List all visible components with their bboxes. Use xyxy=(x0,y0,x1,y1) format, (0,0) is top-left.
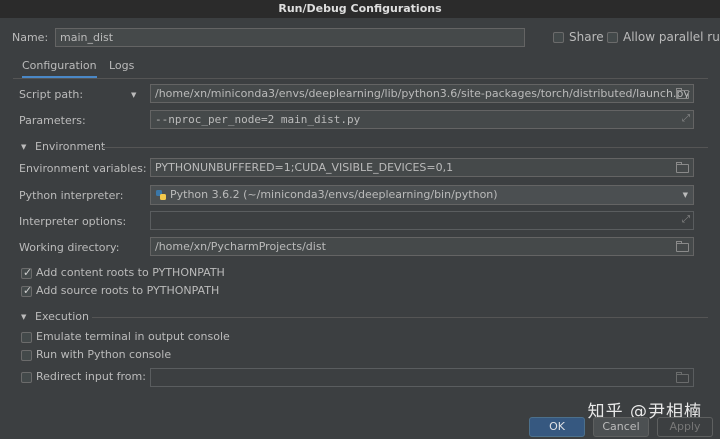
content-roots-label: Add content roots to PYTHONPATH xyxy=(36,266,225,279)
share-checkbox[interactable] xyxy=(553,32,564,43)
working-directory-value: /home/xn/PycharmProjects/dist xyxy=(155,240,326,253)
redirect-input-field[interactable] xyxy=(150,368,694,387)
chevron-down-icon[interactable]: ▼ xyxy=(683,191,688,199)
execution-collapse-icon[interactable]: ▼ xyxy=(21,313,26,321)
script-path-dropdown-icon[interactable]: ▼ xyxy=(131,91,136,99)
env-vars-label: Environment variables: xyxy=(19,162,147,175)
expand-icon[interactable]: ⤢ xyxy=(682,113,690,124)
execution-section-title: Execution xyxy=(35,310,89,323)
folder-icon[interactable] xyxy=(676,372,689,383)
python-interpreter-select[interactable]: Python 3.6.2 (~/miniconda3/envs/deeplear… xyxy=(150,185,694,205)
folder-icon[interactable] xyxy=(676,241,689,252)
env-vars-input[interactable]: PYTHONUNBUFFERED=1;CUDA_VISIBLE_DEVICES=… xyxy=(150,158,694,177)
python-console-checkbox[interactable] xyxy=(21,350,32,361)
apply-button[interactable]: Apply xyxy=(657,417,713,437)
env-vars-edit-icon[interactable] xyxy=(676,162,689,173)
parameters-input[interactable]: --nproc_per_node=2 main_dist.py ⤢ xyxy=(150,110,694,129)
tab-configuration[interactable]: Configuration xyxy=(22,59,97,79)
title-bar: Run/Debug Configurations xyxy=(0,0,720,18)
python-console-label: Run with Python console xyxy=(36,348,172,361)
python-interpreter-value: Python 3.6.2 (~/miniconda3/envs/deeplear… xyxy=(170,188,498,201)
interpreter-options-input[interactable]: ⤢ xyxy=(150,211,694,230)
source-roots-checkbox[interactable] xyxy=(21,284,32,297)
parallel-run-label: Allow parallel run xyxy=(623,30,720,44)
name-input[interactable]: main_dist xyxy=(55,28,525,47)
name-label: Name: xyxy=(12,31,49,44)
section-divider xyxy=(92,317,708,318)
tab-logs[interactable]: Logs xyxy=(109,59,134,72)
parallel-run-checkbox[interactable] xyxy=(607,32,618,43)
emulate-terminal-label: Emulate terminal in output console xyxy=(36,330,230,343)
expand-icon[interactable]: ⤢ xyxy=(682,214,690,225)
redirect-input-checkbox[interactable] xyxy=(21,372,32,383)
cancel-button[interactable]: Cancel xyxy=(593,417,649,437)
section-divider xyxy=(102,147,708,148)
interpreter-options-label: Interpreter options: xyxy=(19,215,127,228)
environment-collapse-icon[interactable]: ▼ xyxy=(21,143,26,151)
emulate-terminal-checkbox[interactable] xyxy=(21,332,32,343)
python-interpreter-label: Python interpreter: xyxy=(19,189,124,202)
redirect-input-label: Redirect input from: xyxy=(36,370,146,383)
parameters-value: --nproc_per_node=2 main_dist.py xyxy=(155,113,361,126)
folder-icon[interactable] xyxy=(676,88,689,99)
tab-divider xyxy=(13,78,708,79)
script-path-value: /home/xn/miniconda3/envs/deeplearning/li… xyxy=(155,87,690,100)
window-title: Run/Debug Configurations xyxy=(278,2,442,15)
working-directory-label: Working directory: xyxy=(19,241,120,254)
content-roots-checkbox[interactable] xyxy=(21,266,32,279)
script-path-label: Script path: xyxy=(19,88,84,101)
name-input-value: main_dist xyxy=(60,31,114,44)
environment-section-title: Environment xyxy=(35,140,106,153)
ok-button[interactable]: OK xyxy=(529,417,585,437)
python-icon xyxy=(156,190,166,200)
script-path-input[interactable]: /home/xn/miniconda3/envs/deeplearning/li… xyxy=(150,84,694,103)
working-directory-input[interactable]: /home/xn/PycharmProjects/dist xyxy=(150,237,694,256)
source-roots-label: Add source roots to PYTHONPATH xyxy=(36,284,220,297)
env-vars-value: PYTHONUNBUFFERED=1;CUDA_VISIBLE_DEVICES=… xyxy=(155,161,454,174)
parameters-label: Parameters: xyxy=(19,114,86,127)
share-label: Share xyxy=(569,30,604,44)
